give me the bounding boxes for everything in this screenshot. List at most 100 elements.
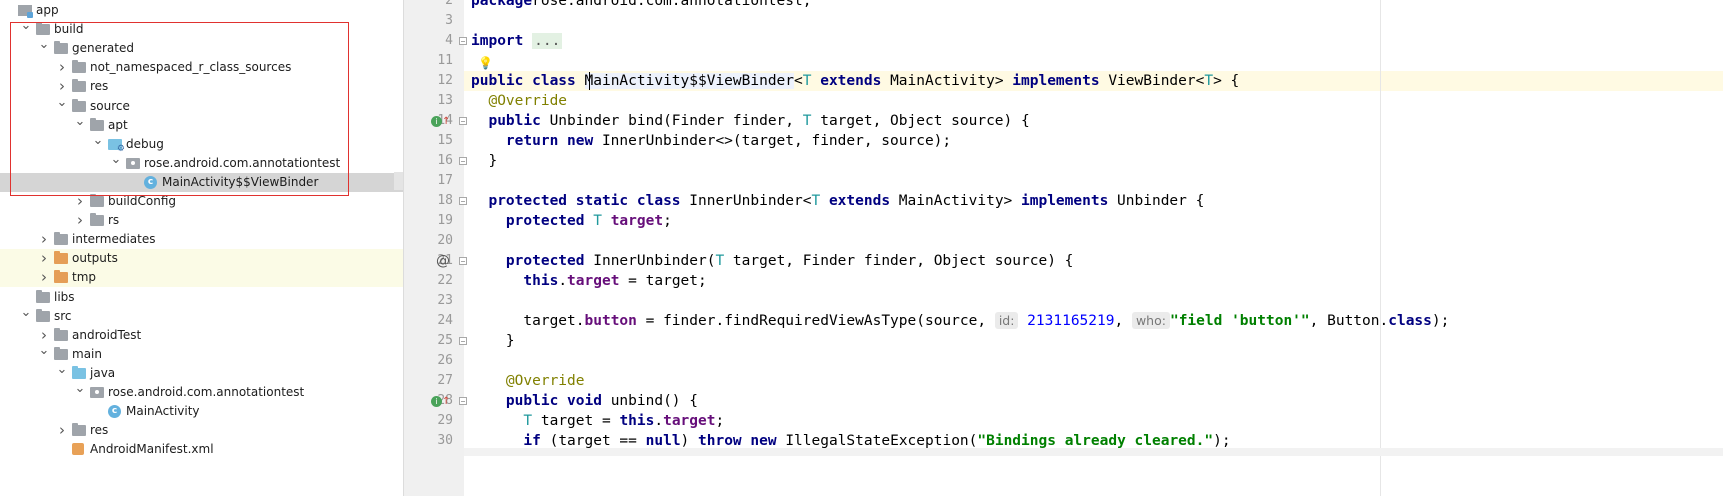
code-token: ); xyxy=(1431,313,1450,329)
chevron-down-icon[interactable]: ⌄ xyxy=(56,96,68,116)
fold-toggle-icon[interactable] xyxy=(459,397,467,405)
chevron-down-icon[interactable]: ⌄ xyxy=(38,344,50,364)
code-line[interactable]: } xyxy=(471,331,515,351)
code-token: T xyxy=(811,193,821,209)
code-token: = finder.findRequiredViewAsType(source, xyxy=(636,313,995,329)
tree-item[interactable]: ⌄ generated xyxy=(0,38,403,58)
tree-item[interactable]: › buildConfig xyxy=(0,192,403,211)
tree-item[interactable]: › intermediates xyxy=(0,230,403,249)
tree-item[interactable]: ⌄ source xyxy=(0,96,403,116)
chevron-right-icon[interactable]: › xyxy=(38,230,50,249)
chevron-down-icon[interactable]: ⌄ xyxy=(38,38,50,58)
tree-item[interactable]: ⌄ src xyxy=(0,306,403,326)
chevron-down-icon[interactable]: ⌄ xyxy=(20,306,32,326)
code-token: public class xyxy=(471,73,585,89)
implements-method-icon[interactable]: i ↑ xyxy=(431,111,450,131)
chevron-down-icon[interactable]: ⌄ xyxy=(20,19,32,39)
tree-item[interactable]: › tmp xyxy=(0,268,403,288)
chevron-right-icon[interactable]: › xyxy=(56,77,68,96)
code-token: InnerUnbinder( xyxy=(593,253,716,269)
code-line[interactable]: if (target == null) throw new IllegalSta… xyxy=(471,431,1230,451)
code-line[interactable]: protected static class InnerUnbinder<T e… xyxy=(471,191,1204,211)
fold-toggle-icon[interactable] xyxy=(459,197,467,205)
code-token: > { xyxy=(1213,73,1240,89)
fold-toggle-icon[interactable] xyxy=(459,37,467,45)
code-token: MainActivity> xyxy=(898,193,1022,209)
tree-item[interactable]: ⌄ main xyxy=(0,344,403,364)
implements-method-icon[interactable]: i ↑ xyxy=(431,391,450,411)
tree-item[interactable]: ⌄ rose.android.com.annotationtest xyxy=(0,153,403,173)
code-line[interactable]: protected InnerUnbinder(T target, Finder… xyxy=(471,251,1073,271)
tree-item[interactable]: app xyxy=(0,1,403,20)
package-icon xyxy=(126,157,142,170)
tree-item[interactable]: › not_namespaced_r_class_sources xyxy=(0,58,403,77)
tree-item-label: rose.android.com.annotationtest xyxy=(144,155,341,170)
line-number: 15 xyxy=(437,133,453,148)
code-token: who: xyxy=(1131,312,1170,329)
chevron-right-icon[interactable]: › xyxy=(56,58,68,77)
chevron-right-icon[interactable]: › xyxy=(38,249,50,268)
code-line[interactable]: T target = this.target; xyxy=(471,411,724,431)
fold-toggle-icon[interactable] xyxy=(459,257,467,265)
code-token: T xyxy=(715,253,725,269)
tree-item[interactable]: › res xyxy=(0,77,403,96)
lightbulb-icon[interactable]: 💡 xyxy=(478,56,493,70)
tree-item[interactable]: ⌄ build xyxy=(0,19,403,39)
fold-end-icon[interactable] xyxy=(459,337,467,345)
folder-icon xyxy=(72,423,88,437)
code-token: target. xyxy=(471,313,585,329)
line-number: 24 xyxy=(437,313,453,328)
code-line[interactable]: public Unbinder bind(Finder finder, T ta… xyxy=(471,111,1029,131)
tree-item[interactable]: c MainActivity$$ViewBinder xyxy=(0,172,403,192)
chevron-down-icon[interactable]: ⌄ xyxy=(56,363,68,383)
tree-item[interactable]: › res xyxy=(0,421,403,440)
code-token: target, Finder finder, Object source) { xyxy=(724,253,1074,269)
tree-item-label: res xyxy=(90,79,109,94)
annotation-gutter-icon[interactable]: @ xyxy=(436,251,450,271)
code-line[interactable]: public void unbind() { xyxy=(471,391,698,411)
tree-item[interactable]: c MainActivity xyxy=(0,402,403,421)
fold-toggle-icon[interactable] xyxy=(459,117,467,125)
tree-item[interactable]: ⌄ rose.android.com.annotationtest xyxy=(0,382,403,402)
code-token: (target == xyxy=(549,433,646,449)
tree-item[interactable]: › androidTest xyxy=(0,326,403,345)
code-token: } xyxy=(471,153,498,169)
code-line[interactable]: this.target = target; xyxy=(471,271,706,291)
chevron-down-icon[interactable]: ⌄ xyxy=(74,382,86,402)
line-number: 17 xyxy=(437,173,453,188)
tree-item[interactable]: libs xyxy=(0,288,403,307)
code-line[interactable]: import ... xyxy=(471,31,563,51)
tree-item[interactable]: › rs xyxy=(0,211,403,230)
chevron-right-icon[interactable]: › xyxy=(74,211,86,230)
tree-scrollbar[interactable] xyxy=(394,172,403,190)
chevron-right-icon[interactable]: › xyxy=(56,421,68,440)
code-line[interactable]: return new InnerUnbinder<>(target, finde… xyxy=(471,131,951,151)
tree-item[interactable]: › outputs xyxy=(0,249,403,269)
code-line[interactable]: target.button = finder.findRequiredViewA… xyxy=(471,311,1449,331)
chevron-right-icon[interactable]: › xyxy=(38,268,50,287)
code-token: implements xyxy=(1012,73,1109,89)
code-line[interactable]: } xyxy=(471,151,497,171)
tree-item[interactable]: AndroidManifest.xml xyxy=(0,440,403,459)
tree-item[interactable]: ⌄ debug xyxy=(0,134,403,154)
chevron-down-icon[interactable]: ⌄ xyxy=(110,153,122,173)
code-token: implements xyxy=(1021,193,1118,209)
tree-item[interactable]: ⌄ apt xyxy=(0,115,403,135)
code-token: throw new xyxy=(698,433,786,449)
code-line[interactable]: @Override xyxy=(471,371,585,391)
code-token: rose.android.com.annotationtest; xyxy=(532,0,812,9)
code-line[interactable]: protected T target; xyxy=(471,211,672,231)
code-line[interactable]: packagerose.android.com.annotationtest; xyxy=(471,0,811,11)
chevron-right-icon[interactable]: › xyxy=(38,326,50,345)
code-token: Unbinder bind(Finder finder, xyxy=(549,113,803,129)
chevron-down-icon[interactable]: ⌄ xyxy=(74,115,86,135)
chevron-right-icon[interactable]: › xyxy=(74,192,86,211)
tree-item[interactable]: ⌄ java xyxy=(0,363,403,383)
chevron-down-icon[interactable]: ⌄ xyxy=(92,134,104,154)
folder-icon xyxy=(36,289,52,304)
code-line[interactable]: public class MainActivity$$ViewBinder<T … xyxy=(471,71,1239,91)
code-token: id: xyxy=(994,312,1019,329)
code-line[interactable]: @Override xyxy=(471,91,567,111)
project-tree[interactable]: app ⌄ build ⌄ generated › not_namespaced_r_cla… xyxy=(0,0,403,496)
fold-end-icon[interactable] xyxy=(459,157,467,165)
